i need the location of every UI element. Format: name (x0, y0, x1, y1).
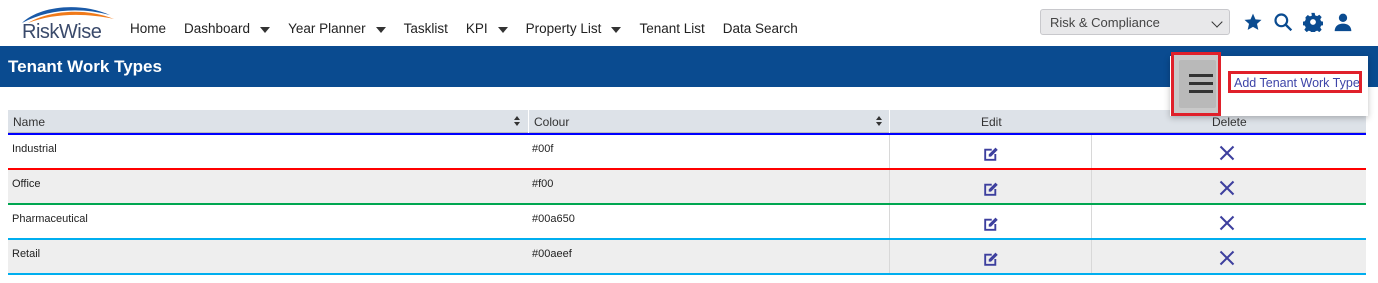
header-colour[interactable]: Colour (534, 115, 569, 129)
caret-down-icon (611, 26, 622, 33)
header-name[interactable]: Name (13, 115, 45, 129)
top-navbar: RiskWise Home Dashboard Year Planner Taskli… (0, 0, 1378, 46)
nav-item-dashboard[interactable]: Dashboard (184, 21, 271, 36)
cell-colour: #00a650 (532, 213, 575, 225)
module-select[interactable]: Risk & Compliance (1040, 9, 1230, 35)
cell-name: Retail (12, 248, 41, 260)
caret-down-icon (260, 26, 271, 33)
hamburger-icon (1179, 60, 1216, 108)
nav-item-label: Dashboard (184, 21, 251, 36)
edit-icon[interactable] (982, 250, 1000, 268)
main-nav: Home Dashboard Year Planner Tasklist KPI Prop… (130, 21, 816, 36)
cell-divider (889, 135, 890, 168)
cell-colour: #00f (532, 143, 554, 155)
search-icon (1274, 13, 1293, 32)
edit-icon[interactable] (982, 180, 1000, 198)
column-divider (889, 110, 890, 133)
nav-item-data-search[interactable]: Data Search (723, 21, 798, 36)
cell-divider (889, 205, 890, 238)
sort-icon[interactable] (876, 116, 884, 127)
nav-item-tenant-list[interactable]: Tenant List (639, 21, 704, 36)
favorites-button[interactable] (1242, 11, 1264, 33)
logo-text: RiskWise (22, 21, 102, 43)
cell-name: Office (12, 178, 41, 190)
delete-icon[interactable] (1219, 250, 1235, 266)
nav-item-label: Property List (525, 21, 602, 36)
riskwise-logo[interactable]: RiskWise (18, 3, 118, 43)
nav-item-label: KPI (465, 21, 488, 36)
module-select-value: Risk & Compliance (1050, 15, 1160, 30)
table-header: Name Colour Edit Delete (8, 110, 1366, 133)
table-row[interactable]: Pharmaceutical #00a650 (8, 203, 1366, 238)
nav-item-label: Home (130, 21, 167, 36)
delete-icon[interactable] (1219, 145, 1235, 161)
cell-divider (1091, 135, 1092, 168)
nav-item-tasklist[interactable]: Tasklist (404, 21, 448, 36)
user-button[interactable] (1332, 11, 1354, 33)
star-icon (1244, 13, 1262, 30)
table-row[interactable]: Office #f00 (8, 168, 1366, 203)
edit-icon[interactable] (982, 145, 1000, 163)
top-icons (1242, 11, 1362, 33)
cell-divider (889, 240, 890, 273)
page-title: Tenant Work Types (8, 57, 162, 76)
nav-item-label: Tasklist (403, 21, 448, 36)
table-bottom-border (8, 273, 1366, 275)
nav-item-kpi[interactable]: KPI (466, 21, 508, 36)
search-button[interactable] (1272, 11, 1294, 33)
table-row[interactable]: Industrial #00f (8, 133, 1366, 168)
menu-toggle-button[interactable] (1171, 52, 1221, 116)
header-edit: Edit (981, 115, 1002, 129)
nav-item-label: Data Search (722, 21, 798, 36)
nav-item-label: Year Planner (288, 21, 366, 36)
nav-item-property-list[interactable]: Property List (526, 21, 622, 36)
nav-item-year-planner[interactable]: Year Planner (288, 21, 386, 36)
cell-divider (1091, 205, 1092, 238)
gear-icon (1303, 12, 1323, 32)
delete-icon[interactable] (1219, 180, 1235, 196)
nav-item-label: Tenant List (639, 21, 705, 36)
column-divider (528, 110, 529, 133)
caret-down-icon (497, 26, 508, 33)
work-types-table: Name Colour Edit Delete Industrial #00f Of… (8, 110, 1366, 275)
table-row[interactable]: Retail #00aeef (8, 238, 1366, 273)
cell-name: Pharmaceutical (12, 213, 88, 225)
user-icon (1334, 13, 1352, 32)
table-body: Industrial #00f Office #f00 Pharmaceutical #0… (8, 133, 1366, 275)
cell-divider (1091, 170, 1092, 203)
cell-colour: #f00 (532, 178, 554, 190)
header-delete: Delete (1212, 115, 1247, 129)
cell-divider (1091, 240, 1092, 273)
cell-colour: #00aeef (532, 248, 572, 260)
sort-icon[interactable] (514, 116, 522, 127)
nav-item-home[interactable]: Home (130, 21, 166, 36)
add-tenant-work-type-link[interactable]: Add Tenant Work Type (1228, 71, 1362, 93)
delete-icon[interactable] (1219, 215, 1235, 231)
caret-down-icon (375, 26, 386, 33)
cell-divider (889, 170, 890, 203)
settings-button[interactable] (1302, 11, 1324, 33)
chevron-down-icon (1211, 16, 1223, 28)
cell-name: Industrial (12, 143, 57, 155)
edit-icon[interactable] (982, 215, 1000, 233)
